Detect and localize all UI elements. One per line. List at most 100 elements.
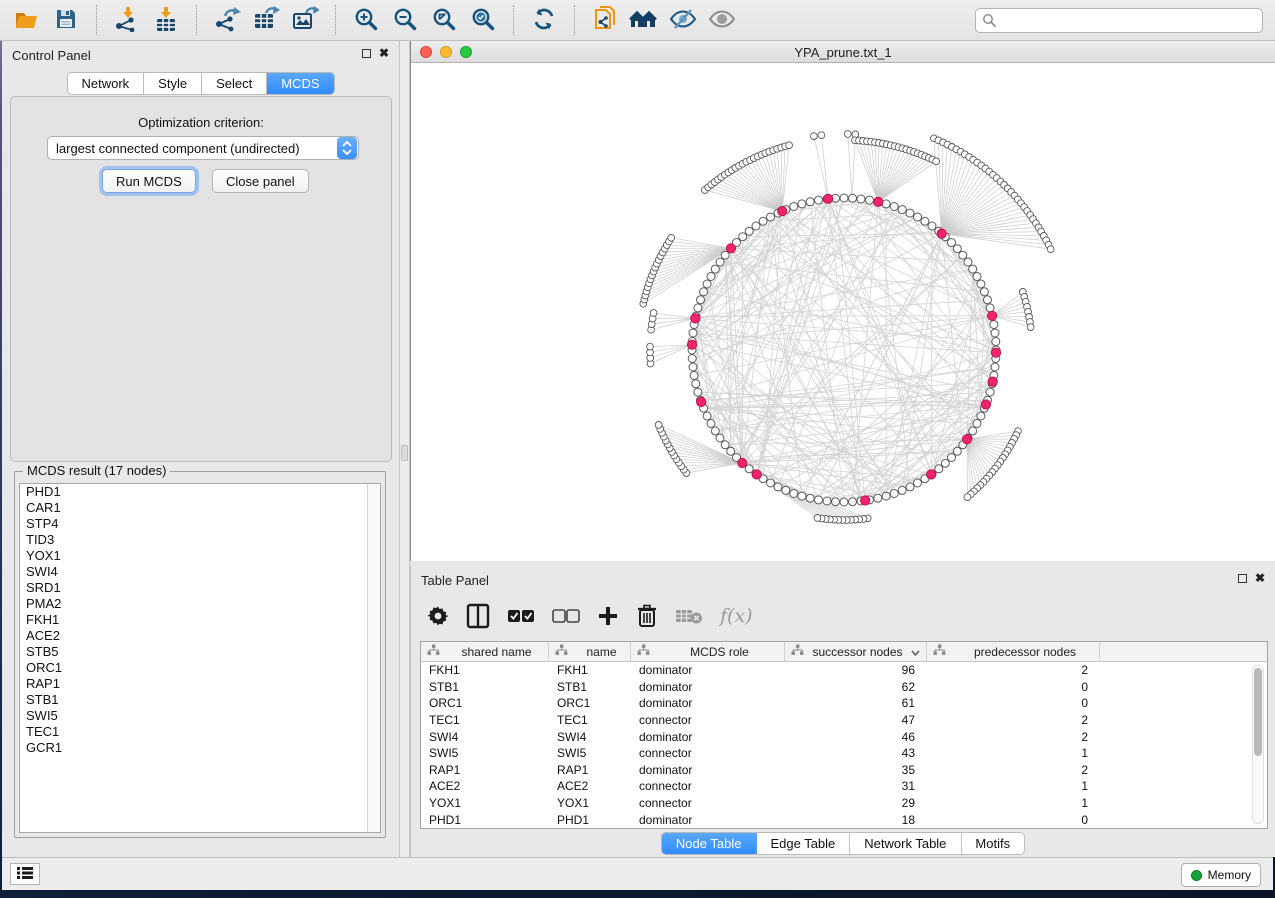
table-settings-button[interactable]: [427, 605, 449, 627]
houses-icon: [629, 6, 659, 35]
mcds-result-item[interactable]: ORC1: [20, 660, 380, 676]
table-row[interactable]: SWI4SWI4dominator462: [421, 728, 1267, 745]
optimization-criterion-select[interactable]: largest connected component (undirected): [47, 136, 359, 160]
table-row[interactable]: PHD1PHD1dominator180: [421, 811, 1267, 828]
node-table[interactable]: shared name nameMCDS rolesuccessor nodes p…: [420, 641, 1268, 829]
open-file-button[interactable]: [12, 5, 42, 35]
select-all-columns-icon[interactable]: [507, 609, 535, 623]
import-network-button[interactable]: [112, 5, 142, 35]
export-table-button[interactable]: [251, 5, 281, 35]
close-panel-button[interactable]: Close panel: [212, 169, 309, 193]
share-document-button[interactable]: [590, 5, 620, 35]
table-row[interactable]: STB1STB1dominator620: [421, 679, 1267, 696]
column-type-icon: [555, 644, 568, 659]
close-panel-icon[interactable]: ✖: [1255, 573, 1265, 583]
table-row[interactable]: FKH1FKH1dominator962: [421, 662, 1267, 679]
export-image-button[interactable]: [290, 5, 320, 35]
mcds-result-item[interactable]: FKH1: [20, 612, 380, 628]
hide-selected-button[interactable]: [668, 5, 698, 35]
control-panel-header: Control Panel ✖: [2, 41, 399, 69]
mcds-result-item[interactable]: STB5: [20, 644, 380, 660]
table-scrollbar-thumb[interactable]: [1254, 668, 1262, 756]
tab-select[interactable]: Select: [202, 73, 267, 94]
table-row[interactable]: RAP1RAP1dominator352: [421, 762, 1267, 779]
table-row[interactable]: SWI5SWI5connector431: [421, 745, 1267, 762]
close-panel-icon[interactable]: ✖: [379, 48, 389, 58]
table-row[interactable]: TEC1TEC1connector472: [421, 712, 1267, 729]
memory-button[interactable]: Memory: [1181, 863, 1261, 887]
mcds-result-item[interactable]: TEC1: [20, 724, 380, 740]
show-all-button[interactable]: [707, 5, 737, 35]
column-header-shared-name[interactable]: shared name: [421, 642, 549, 661]
tab-edge-table[interactable]: Edge Table: [756, 833, 850, 854]
table-cell: SWI4: [421, 730, 549, 744]
save-session-button[interactable]: [51, 5, 81, 35]
tab-network[interactable]: Network: [67, 73, 144, 94]
table-cell: dominator: [631, 680, 785, 694]
mcds-result-item[interactable]: YOX1: [20, 548, 380, 564]
float-panel-icon[interactable]: [1238, 574, 1247, 583]
tab-mcds[interactable]: MCDS: [267, 73, 333, 94]
tab-motifs[interactable]: Motifs: [961, 833, 1024, 854]
add-column-icon[interactable]: [597, 605, 619, 627]
tab-network-table[interactable]: Network Table: [850, 833, 961, 854]
mcds-result-list[interactable]: PHD1CAR1STP4TID3YOX1SWI4SRD1PMA2FKH1ACE2…: [19, 483, 381, 833]
mcds-result-item[interactable]: TID3: [20, 532, 380, 548]
tab-node-table[interactable]: Node Table: [662, 833, 757, 854]
mcds-result-item[interactable]: SWI5: [20, 708, 380, 724]
import-table-button[interactable]: [151, 5, 181, 35]
mcds-result-item[interactable]: RAP1: [20, 676, 380, 692]
mcds-result-item[interactable]: ACE2: [20, 628, 380, 644]
run-mcds-button[interactable]: Run MCDS: [102, 169, 196, 193]
fit-content-button[interactable]: [429, 5, 459, 35]
network-view-canvas[interactable]: [410, 63, 1275, 561]
delete-column-icon[interactable]: [636, 604, 658, 628]
table-cell: 43: [785, 746, 927, 760]
network-window-titlebar[interactable]: YPA_prune.txt_1: [410, 41, 1275, 63]
function-builder-icon: f(x): [720, 605, 753, 627]
unselect-all-columns-icon[interactable]: [552, 609, 580, 623]
table-cell: SWI5: [421, 746, 549, 760]
splitter-grip[interactable]: [401, 445, 408, 461]
column-header-label: name: [573, 645, 630, 659]
column-header-mcds-role[interactable]: MCDS role: [631, 642, 785, 661]
float-panel-icon[interactable]: [362, 49, 371, 58]
table-scrollbar[interactable]: [1252, 665, 1264, 824]
vertical-splitter[interactable]: [400, 41, 410, 857]
task-history-button[interactable]: [10, 863, 40, 885]
mcds-result-item[interactable]: PMA2: [20, 596, 380, 612]
toolbar-separator: [196, 5, 197, 35]
table-row[interactable]: ORC1ORC1dominator610: [421, 695, 1267, 712]
mcds-list-scrollbar[interactable]: [367, 484, 380, 832]
zoom-fit-icon: [431, 6, 457, 35]
column-header-predecessor-nodes[interactable]: predecessor nodes: [927, 642, 1100, 661]
mcds-result-item[interactable]: GCR1: [20, 740, 380, 756]
network-graph[interactable]: [411, 63, 1275, 561]
network-window-title: YPA_prune.txt_1: [411, 45, 1275, 60]
split-columns-icon[interactable]: [466, 603, 490, 629]
table-cell: 61: [785, 696, 927, 710]
houses-button[interactable]: [629, 5, 659, 35]
column-header-label: predecessor nodes: [951, 645, 1099, 659]
apply-layout-button[interactable]: [529, 5, 559, 35]
table-row[interactable]: ACE2ACE2connector311: [421, 778, 1267, 795]
tab-style[interactable]: Style: [144, 73, 202, 94]
table-cell: connector: [631, 713, 785, 727]
zoom-in-button[interactable]: [351, 5, 381, 35]
mcds-result-item[interactable]: PHD1: [20, 484, 380, 500]
mcds-result-item[interactable]: STB1: [20, 692, 380, 708]
table-cell: 47: [785, 713, 927, 727]
toolbar-search: [975, 8, 1263, 33]
table-cell: PHD1: [549, 813, 631, 827]
fit-selected-button[interactable]: [468, 5, 498, 35]
zoom-out-button[interactable]: [390, 5, 420, 35]
export-network-button[interactable]: [212, 5, 242, 35]
mcds-result-item[interactable]: CAR1: [20, 500, 380, 516]
search-input[interactable]: [975, 8, 1263, 33]
column-header-successor-nodes[interactable]: successor nodes: [785, 642, 927, 661]
column-header-name[interactable]: name: [549, 642, 631, 661]
table-row[interactable]: YOX1YOX1connector291: [421, 795, 1267, 812]
mcds-result-item[interactable]: SWI4: [20, 564, 380, 580]
mcds-result-item[interactable]: SRD1: [20, 580, 380, 596]
mcds-result-item[interactable]: STP4: [20, 516, 380, 532]
